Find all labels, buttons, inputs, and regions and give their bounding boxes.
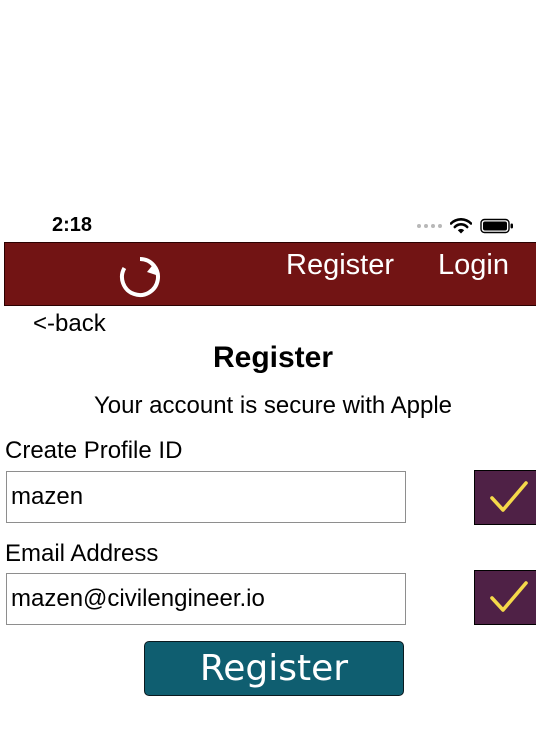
- email-input[interactable]: [6, 573, 406, 625]
- wifi-icon: [450, 218, 472, 234]
- status-time: 2:18: [52, 214, 93, 236]
- signal-dots-icon: [417, 224, 442, 228]
- email-label: Email Address: [5, 540, 159, 567]
- checkmark-icon: [490, 581, 528, 612]
- status-bar: 2:18: [0, 210, 536, 242]
- email-valid-indicator: [474, 570, 536, 625]
- status-icons: [417, 218, 514, 234]
- profile-id-valid-indicator: [474, 470, 536, 525]
- nav-register-link[interactable]: Register: [286, 249, 394, 282]
- profile-id-input[interactable]: [6, 471, 406, 523]
- profile-id-label: Create Profile ID: [5, 437, 183, 464]
- nav-login-link[interactable]: Login: [438, 249, 509, 282]
- security-subtitle: Your account is secure with Apple: [94, 392, 452, 419]
- checkmark-icon: [490, 481, 528, 512]
- page-title: Register: [212, 341, 334, 374]
- battery-icon: [480, 218, 513, 234]
- register-submit-button[interactable]: Register: [144, 641, 404, 696]
- back-link[interactable]: <-back: [33, 310, 106, 338]
- top-navbar: Register Login: [4, 242, 536, 306]
- refresh-icon[interactable]: [113, 250, 167, 304]
